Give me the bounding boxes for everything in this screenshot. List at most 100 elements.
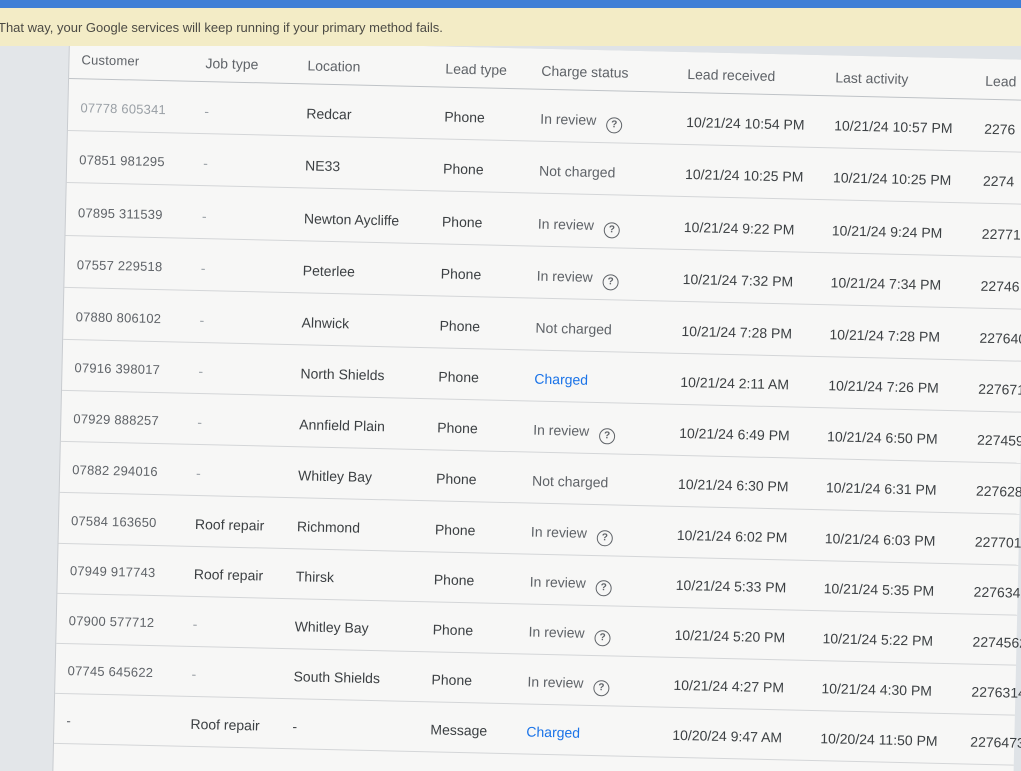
help-circle-icon[interactable]: ?	[606, 117, 623, 134]
charge-status-cell: Not charged	[532, 473, 609, 491]
customer-phone[interactable]: 07929 888257	[73, 411, 159, 428]
location-cell: South Shields	[293, 668, 381, 687]
help-circle-icon[interactable]: ?	[594, 630, 611, 647]
customer-phone[interactable]: 07916 398017	[74, 360, 160, 377]
lead-type-cell: Phone	[442, 160, 484, 178]
header-location[interactable]: Location	[307, 57, 360, 74]
header-last-activity[interactable]: Last activity	[835, 69, 908, 87]
location-cell: Whitley Bay	[294, 618, 369, 636]
charge-status-cell: In review?	[531, 524, 613, 547]
header-job-type[interactable]: Job type	[205, 55, 258, 72]
charge-status-text: In review	[530, 523, 588, 541]
lead-id-cell: 22763140	[971, 683, 1021, 702]
help-circle-icon[interactable]: ?	[602, 274, 619, 291]
charge-status-text: In review	[529, 573, 586, 591]
customer-phone[interactable]: 07851 981295	[79, 152, 165, 169]
job-type-cell: -	[198, 363, 204, 380]
lead-received-cell: 10/20/24 9:47 AM	[672, 726, 783, 746]
last-activity-cell: 10/21/24 10:25 PM	[832, 169, 952, 189]
last-activity-cell: 10/21/24 9:24 PM	[831, 222, 943, 241]
job-type-cell: Roof repair	[194, 515, 265, 534]
charge-status-cell: In review?	[536, 267, 619, 291]
charge-status-cell: Not charged	[535, 320, 612, 338]
lead-type-cell: Phone	[437, 419, 478, 437]
lead-received-cell: 10/21/24 2:11 AM	[680, 373, 790, 393]
header-lead-received[interactable]: Lead received	[687, 66, 775, 84]
help-circle-icon[interactable]: ?	[598, 428, 616, 445]
charge-status-text: Not charged	[538, 162, 616, 181]
lead-type-cell: Phone	[444, 108, 485, 126]
customer-phone[interactable]: 07778 605341	[80, 100, 166, 117]
customer-phone[interactable]: 07745 645622	[67, 663, 153, 680]
location-cell: -	[292, 718, 298, 735]
location-cell: Whitley Bay	[297, 467, 373, 485]
lead-type-cell: Phone	[439, 317, 481, 335]
lead-type-cell: Phone	[438, 368, 480, 386]
lead-received-cell: 10/21/24 6:02 PM	[676, 526, 788, 546]
job-type-cell: -	[199, 312, 205, 329]
customer-phone[interactable]: 07584 163650	[71, 513, 157, 530]
help-circle-icon[interactable]: ?	[603, 222, 620, 239]
header-lead-id[interactable]: Lead	[985, 73, 1017, 90]
lead-id-cell: 22763416	[973, 583, 1021, 602]
lead-received-cell: 10/21/24 9:22 PM	[683, 218, 795, 238]
customer-phone[interactable]: -	[66, 713, 71, 728]
job-type-cell: -	[204, 103, 210, 120]
lead-id-cell: 2274	[982, 172, 1015, 190]
customer-phone[interactable]: 07557 229518	[77, 257, 163, 274]
charge-status-cell: Charged	[526, 724, 580, 741]
banner-text: That way, your Google services will keep…	[0, 20, 443, 35]
lead-id-cell: 22745628	[972, 633, 1021, 652]
lead-received-cell: 10/21/24 4:27 PM	[673, 676, 785, 696]
lead-received-cell: 10/21/24 10:25 PM	[684, 165, 804, 185]
charge-status-text: In review	[536, 267, 593, 285]
last-activity-cell: 10/21/24 7:26 PM	[828, 377, 940, 396]
location-cell: Peterlee	[302, 262, 356, 280]
header-charge-status[interactable]: Charge status	[541, 63, 629, 81]
job-type-cell: -	[191, 665, 197, 683]
job-type-cell: -	[200, 260, 206, 277]
job-type-cell: -	[195, 464, 202, 482]
charge-status-text: Not charged	[535, 319, 612, 338]
last-activity-cell: 10/21/24 6:03 PM	[824, 530, 936, 549]
lead-received-cell: 10/21/24 10:54 PM	[686, 114, 805, 133]
customer-phone[interactable]: 07949 917743	[70, 563, 156, 580]
charge-status-text: In review	[537, 215, 595, 233]
last-activity-cell: 10/21/24 7:34 PM	[830, 274, 942, 293]
lead-received-cell: 10/21/24 7:28 PM	[681, 322, 793, 342]
customer-phone[interactable]: 07882 294016	[72, 462, 158, 479]
charge-status-text: In review	[528, 623, 585, 641]
lead-received-cell: 10/21/24 5:33 PM	[675, 576, 787, 596]
charge-status-cell: In review?	[540, 110, 623, 134]
charge-status-text[interactable]: Charged	[534, 371, 588, 388]
lead-received-cell: 10/21/24 5:20 PM	[674, 626, 786, 646]
lead-type-cell: Message	[430, 721, 488, 739]
help-circle-icon[interactable]: ?	[593, 680, 610, 697]
lead-id-cell: 22764736	[970, 733, 1021, 752]
leads-table: Customer Job type Location Lead type Cha…	[53, 38, 1021, 771]
job-type-cell: Roof repair	[190, 715, 260, 734]
lead-received-cell: 10/21/24 6:30 PM	[677, 475, 789, 495]
location-cell: Redcar	[306, 105, 352, 123]
location-cell: Thirsk	[295, 568, 335, 586]
charge-status-text: In review	[540, 110, 597, 128]
help-circle-icon[interactable]: ?	[595, 580, 612, 597]
last-activity-cell: 10/21/24 6:50 PM	[826, 428, 938, 447]
header-customer[interactable]: Customer	[81, 52, 139, 68]
customer-phone[interactable]: 07880 806102	[76, 309, 162, 326]
lead-id-cell: 227671	[978, 380, 1021, 398]
charge-status-text[interactable]: Charged	[526, 724, 580, 741]
lead-type-cell: Phone	[435, 470, 477, 488]
lead-id-cell: 227459	[976, 431, 1021, 449]
job-type-cell: -	[201, 208, 207, 225]
location-cell: NE33	[304, 157, 341, 175]
customer-phone[interactable]: 07895 311539	[78, 205, 163, 222]
lead-id-cell: 22746	[980, 277, 1020, 295]
lead-id-cell: 2276	[983, 120, 1016, 138]
location-cell: Annfield Plain	[299, 416, 386, 435]
customer-phone[interactable]: 07900 577712	[69, 613, 155, 630]
lead-type-cell: Phone	[434, 521, 476, 539]
header-lead-type[interactable]: Lead type	[445, 61, 507, 78]
help-circle-icon[interactable]: ?	[596, 530, 613, 547]
location-cell: Richmond	[296, 518, 361, 536]
